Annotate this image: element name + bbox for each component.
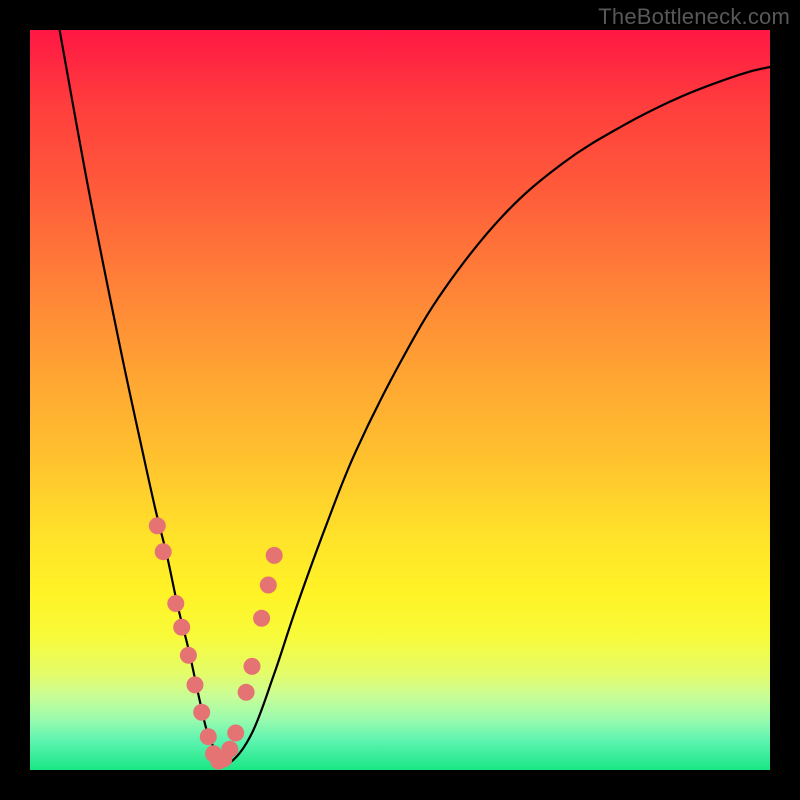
dot [227,725,244,742]
outer-frame: TheBottleneck.com [0,0,800,800]
dot [180,647,197,664]
dot [155,543,172,560]
dot [260,577,277,594]
dot [193,704,210,721]
dot [221,741,238,758]
dot [266,547,283,564]
plot-area [30,30,770,770]
dot [244,658,261,675]
dot [167,595,184,612]
dot [238,684,255,701]
dot [200,728,217,745]
highlighted-dots-group [149,517,283,769]
watermark-text: TheBottleneck.com [598,4,790,30]
chart-svg [30,30,770,770]
dot [187,676,204,693]
dot [149,517,166,534]
dot [253,610,270,627]
dot [173,619,190,636]
bottleneck-curve-line [60,30,770,764]
